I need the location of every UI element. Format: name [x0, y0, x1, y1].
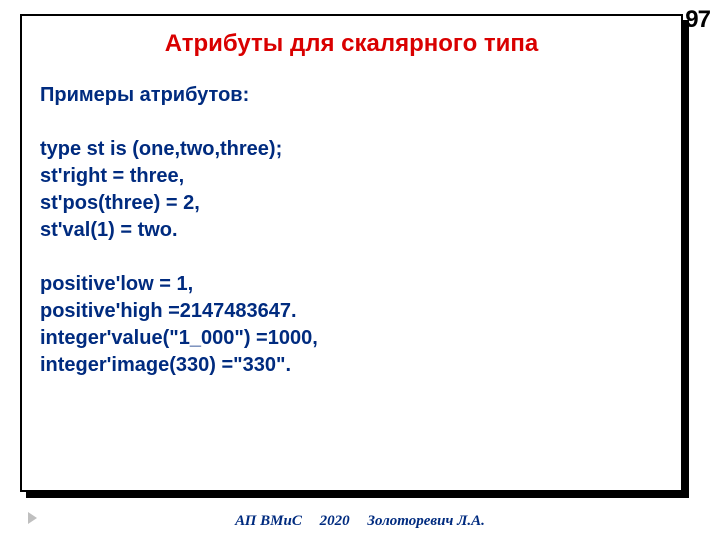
footer-year: 2020 [320, 513, 350, 529]
slide-footer: АП ВМиС 2020 Золоторевич Л.А. [0, 513, 720, 530]
slide: 97 Атрибуты для скалярного типа Примеры … [0, 0, 720, 540]
slide-title: Атрибуты для скалярного типа [40, 30, 663, 58]
content-box: Атрибуты для скалярного типа Примеры атр… [20, 14, 683, 492]
footer-course: АП ВМиС [235, 513, 302, 529]
footer-author: Золоторевич Л.А. [367, 513, 485, 529]
page-number: 97 [685, 6, 710, 34]
slide-body: Примеры атрибутов: type st is (one,two,t… [40, 82, 663, 379]
